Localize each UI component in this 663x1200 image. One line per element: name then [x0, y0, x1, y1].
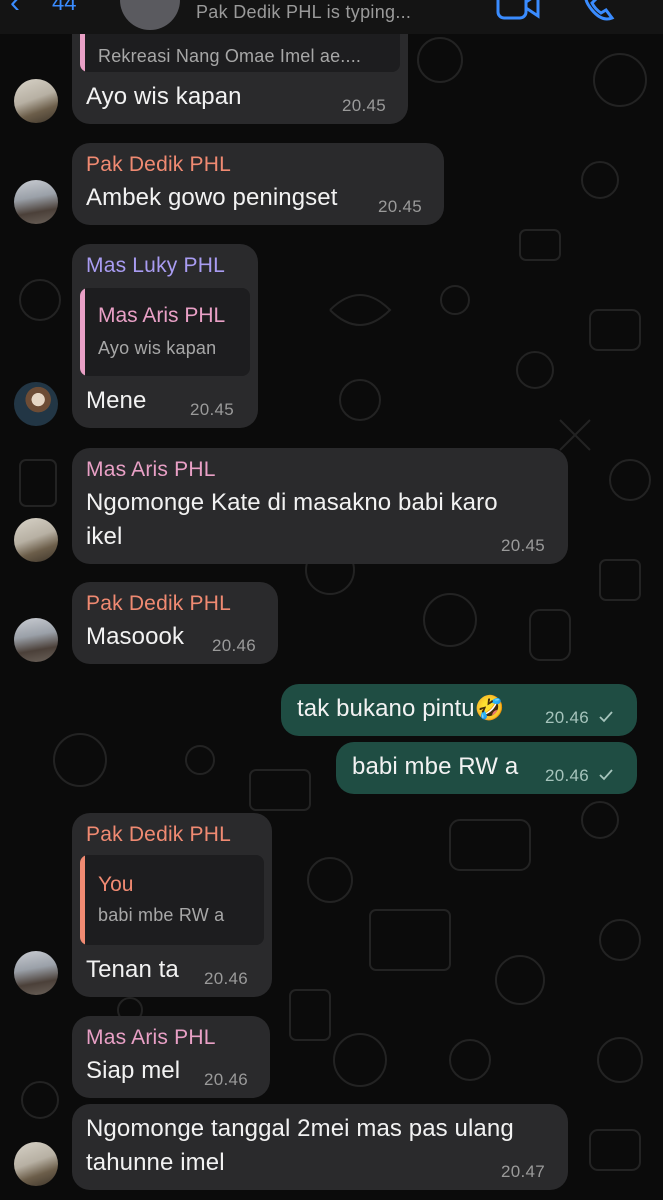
- outgoing-message-bubble[interactable]: tak bukano pintu🤣 20.46: [281, 684, 637, 736]
- sender-avatar[interactable]: [14, 79, 58, 123]
- message-text: Mene: [86, 387, 147, 414]
- message-text: Masoook: [86, 623, 185, 650]
- back-chevron-icon[interactable]: ‹: [10, 0, 20, 20]
- typing-status: Pak Dedik PHL is typing...: [196, 2, 412, 22]
- message-bubble[interactable]: Mas Aris PHL Ngomonge Kate di masakno ba…: [72, 448, 568, 564]
- quoted-message[interactable]: Mas Aris PHL Ayo wis kapan: [80, 288, 250, 376]
- message-time: 20.46: [204, 1070, 249, 1089]
- sent-check-icon: [599, 711, 613, 723]
- sender-name: Mas Luky PHL: [86, 254, 225, 277]
- outgoing-message-bubble[interactable]: babi mbe RW a 20.46: [336, 742, 637, 794]
- sender-name: Pak Dedik PHL: [86, 592, 231, 615]
- quote-text: Ayo wis kapan: [98, 338, 217, 358]
- message-row: Mas Aris PHL Siap mel 20.46: [0, 1016, 663, 1098]
- quoted-message[interactable]: You babi mbe RW a: [80, 855, 264, 945]
- message-row: tak bukano pintu🤣 20.46: [0, 684, 663, 736]
- message-bubble[interactable]: Mas Aris PHL Siap mel 20.46: [72, 1016, 270, 1098]
- message-text-line: ikel: [86, 523, 123, 550]
- message-row: Ngomonge tanggal 2mei mas pas ulang tahu…: [0, 1104, 663, 1192]
- sender-name: Pak Dedik PHL: [86, 823, 231, 846]
- quote-sender: Mas Aris PHL: [98, 304, 226, 327]
- message-time: 20.45: [342, 96, 387, 115]
- rofl-emoji: 🤣: [474, 695, 505, 722]
- message-row: Mas Aris PHL Ngomonge Kate di masakno ba…: [0, 448, 663, 566]
- message-time: 20.46: [545, 708, 590, 727]
- message-bubble[interactable]: Pak Dedik PHL You babi mbe RW a Tenan ta…: [72, 813, 272, 997]
- message-time: 20.46: [204, 969, 249, 988]
- message-time: 20.45: [190, 400, 235, 419]
- video-call-icon[interactable]: [496, 0, 540, 24]
- voice-call-icon[interactable]: [580, 0, 620, 26]
- message-time: 20.45: [378, 197, 423, 216]
- message-bubble[interactable]: Ngomonge tanggal 2mei mas pas ulang tahu…: [72, 1104, 568, 1190]
- quote-accent-bar: [80, 855, 85, 945]
- sender-avatar[interactable]: [14, 1142, 58, 1186]
- sent-check-icon: [599, 769, 613, 781]
- message-row: babi mbe RW a 20.46: [0, 742, 663, 794]
- sender-avatar[interactable]: [14, 618, 58, 662]
- group-avatar[interactable]: [120, 0, 180, 30]
- message-time: 20.46: [545, 766, 590, 785]
- message-bubble[interactable]: Pak Dedik PHL Masoook 20.46: [72, 582, 278, 664]
- sender-name: Mas Aris PHL: [86, 1026, 216, 1049]
- sender-avatar[interactable]: [14, 951, 58, 995]
- back-unread-count[interactable]: 44: [52, 0, 76, 16]
- message-time: 20.47: [501, 1162, 546, 1181]
- message-text: Tenan ta: [86, 956, 179, 983]
- message-text: babi mbe RW a: [352, 753, 519, 780]
- quote-sender: You: [98, 873, 134, 896]
- message-row: Pak Dedik PHL You babi mbe RW a Tenan ta…: [0, 813, 663, 999]
- sender-name: Mas Aris PHL: [86, 458, 216, 481]
- sender-avatar[interactable]: [14, 180, 58, 224]
- message-row: Pak Dedik PHL Ambek gowo peningset 20.45: [0, 143, 663, 225]
- sender-avatar[interactable]: [14, 518, 58, 562]
- sender-name: Pak Dedik PHL: [86, 153, 231, 176]
- message-list[interactable]: Rekreasi Nang Omae Imel ae.... Ayo wis k…: [0, 0, 663, 1200]
- message-text: Ambek gowo peningset: [86, 184, 338, 211]
- sender-avatar[interactable]: [14, 382, 58, 426]
- quote-text: Rekreasi Nang Omae Imel ae....: [98, 46, 362, 66]
- message-row: Pak Dedik PHL Masoook 20.46: [0, 582, 663, 664]
- message-time: 20.46: [212, 636, 257, 655]
- chat-header: ‹ 44 Pak Dedik PHL is typing...: [0, 0, 663, 34]
- message-text-line: Ngomonge Kate di masakno babi karo: [86, 489, 498, 516]
- message-text: tak bukano pintu🤣: [297, 692, 505, 726]
- message-text: Ayo wis kapan: [86, 83, 242, 110]
- message-row: Mas Luky PHL Mas Aris PHL Ayo wis kapan …: [0, 244, 663, 430]
- message-bubble[interactable]: Mas Luky PHL Mas Aris PHL Ayo wis kapan …: [72, 244, 258, 428]
- message-text: Siap mel: [86, 1057, 181, 1084]
- message-text-content: tak bukano pintu: [297, 695, 475, 722]
- message-time: 20.45: [501, 536, 546, 555]
- message-text-line: tahunne imel: [86, 1149, 225, 1176]
- message-text-line: Ngomonge tanggal 2mei mas pas ulang: [86, 1115, 514, 1142]
- quote-accent-bar: [80, 288, 85, 376]
- quote-text: babi mbe RW a: [98, 905, 225, 925]
- message-bubble[interactable]: Pak Dedik PHL Ambek gowo peningset 20.45: [72, 143, 444, 225]
